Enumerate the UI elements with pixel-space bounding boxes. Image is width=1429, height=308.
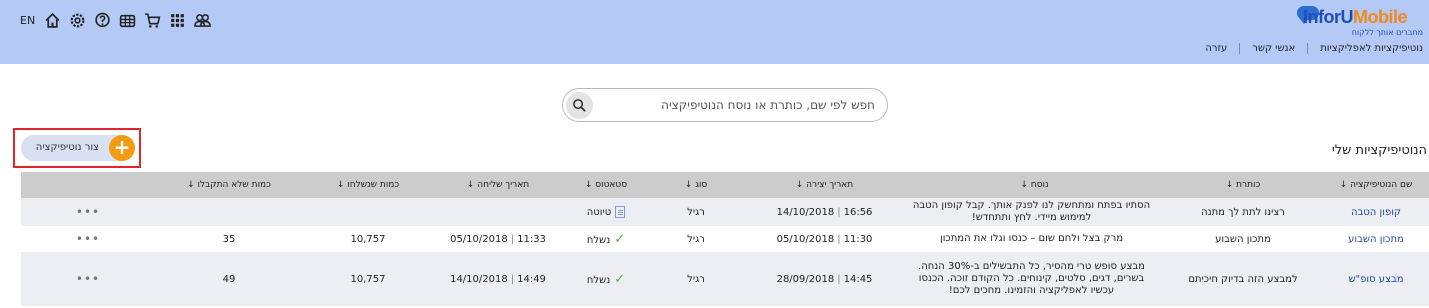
nav-item-app-notifications[interactable]: נוטיפיקציות לאפליקציות — [1314, 43, 1429, 54]
notification-body: הסתיו בפתח ומתחשק לנו לפנק אותך. קבל קופ… — [906, 198, 1163, 226]
created-datetime: 14:45|28/09/2018 — [776, 273, 873, 285]
draft-icon — [615, 206, 626, 218]
table-row[interactable]: מתכון השבוע מתכון השבוע מרק בצל ולחם שום… — [21, 226, 1429, 252]
home-icon[interactable] — [44, 12, 61, 29]
page-title: הנוטיפיקציות שלי — [1331, 143, 1427, 158]
sent-datetime — [433, 198, 563, 226]
status-badge: טיוטה — [587, 206, 626, 218]
table-header-row: שם הנוטיפיקציה ↓ כותרת ↓ נוסח ↓ תאריך יצ… — [21, 172, 1429, 198]
column-header-title[interactable]: כותרת ↓ — [1163, 172, 1323, 198]
billing-icon[interactable] — [119, 12, 136, 29]
notification-name-link[interactable]: קופון הטבה — [1351, 207, 1401, 218]
notification-title: למבצע הזה בדיוק חיכיתם — [1163, 252, 1323, 306]
search-placeholder: חפש לפי שם, כותרת או נוסח הנוטיפיקציה — [661, 98, 875, 112]
column-header-status[interactable]: סטאטוס ↓ — [563, 172, 649, 198]
help-icon[interactable] — [94, 12, 111, 29]
status-badge: ✓נשלח — [586, 271, 626, 287]
created-datetime: 16:56|14/10/2018 — [776, 206, 873, 218]
notifications-table: שם הנוטיפיקציה ↓ כותרת ↓ נוסח ↓ תאריך יצ… — [21, 172, 1429, 306]
create-notification-button[interactable]: + צור נוטיפיקציה — [21, 135, 135, 161]
create-button-highlight: + צור נוטיפיקציה — [13, 128, 141, 168]
column-header-type[interactable]: סוג ↓ — [649, 172, 743, 198]
notification-name-link[interactable]: מתכון השבוע — [1348, 234, 1404, 245]
notification-body: מרק בצל ולחם שום – כנסו וגלו את המתכון — [906, 226, 1163, 252]
row-menu-icon[interactable]: ••• — [76, 205, 100, 219]
not-received-count: 49 — [155, 252, 303, 306]
column-header-created-date[interactable]: תאריך יצירה ↓ — [743, 172, 906, 198]
notification-body: מבצע סופש טרי מהסיר, כל התבשילים ב-30% ה… — [906, 252, 1163, 306]
brand-tagline: מחברים אותך ללקוח — [1351, 28, 1423, 37]
brand-name: InforUMobile — [1303, 7, 1408, 27]
column-header-sent-count[interactable]: כמות שנשלחו ↓ — [303, 172, 433, 198]
toolbar-icons: EN — [20, 12, 219, 29]
sent-datetime: 14:49|14/10/2018 — [450, 273, 546, 285]
sent-count: 10,757 — [303, 226, 433, 252]
notification-title: רצינו לתת לך מתנה — [1163, 198, 1323, 226]
main-nav: נוטיפיקציות לאפליקציות אנשי קשר עזרה — [1199, 43, 1429, 54]
table-row[interactable]: קופון הטבה רצינו לתת לך מתנה הסתיו בפתח … — [21, 198, 1429, 226]
settings-icon[interactable] — [69, 12, 86, 29]
column-header-not-received[interactable]: כמות שלא התקבלו ↓ — [155, 172, 303, 198]
notification-title: מתכון השבוע — [1163, 226, 1323, 252]
notification-type: רגיל — [649, 226, 743, 252]
column-header-actions — [21, 172, 155, 198]
nav-item-contacts[interactable]: אנשי קשר — [1246, 43, 1301, 54]
search-input[interactable]: חפש לפי שם, כותרת או נוסח הנוטיפיקציה — [562, 88, 888, 122]
nav-divider — [1239, 43, 1241, 54]
sent-count: 10,757 — [303, 252, 433, 306]
column-header-body[interactable]: נוסח ↓ — [906, 172, 1163, 198]
apps-grid-icon[interactable] — [169, 12, 186, 29]
not-received-count — [155, 198, 303, 226]
nav-divider — [1307, 43, 1309, 54]
create-notification-label: צור נוטיפיקציה — [35, 142, 99, 153]
notification-name-link[interactable]: מבצע סופ"ש — [1348, 274, 1403, 285]
row-menu-icon[interactable]: ••• — [76, 272, 100, 286]
notification-type: רגיל — [649, 252, 743, 306]
brand-logo[interactable]: InforUMobile מחברים אותך ללקוח — [1289, 4, 1429, 38]
created-datetime: 11:30|05/10/2018 — [776, 233, 873, 245]
plus-icon: + — [109, 135, 135, 161]
column-header-name[interactable]: שם הנוטיפיקציה ↓ — [1323, 172, 1429, 198]
check-icon: ✓ — [614, 271, 626, 287]
notification-type: רגיל — [649, 198, 743, 226]
check-icon: ✓ — [614, 231, 626, 247]
top-header: InforUMobile מחברים אותך ללקוח EN נוטיפי… — [0, 0, 1429, 64]
nav-item-help[interactable]: עזרה — [1199, 43, 1233, 54]
table-row[interactable]: מבצע סופ"ש למבצע הזה בדיוק חיכיתם מבצע ס… — [21, 252, 1429, 306]
sent-count — [303, 198, 433, 226]
not-received-count: 35 — [155, 226, 303, 252]
users-icon[interactable] — [194, 12, 211, 29]
column-header-sent-date[interactable]: תאריך שליחה ↓ — [433, 172, 563, 198]
row-menu-icon[interactable]: ••• — [76, 232, 100, 246]
language-switch[interactable]: EN — [20, 14, 35, 27]
search-icon[interactable] — [566, 92, 593, 119]
sent-datetime: 11:33|05/10/2018 — [450, 233, 546, 245]
status-badge: ✓נשלח — [586, 231, 626, 247]
cart-icon[interactable] — [144, 12, 161, 29]
